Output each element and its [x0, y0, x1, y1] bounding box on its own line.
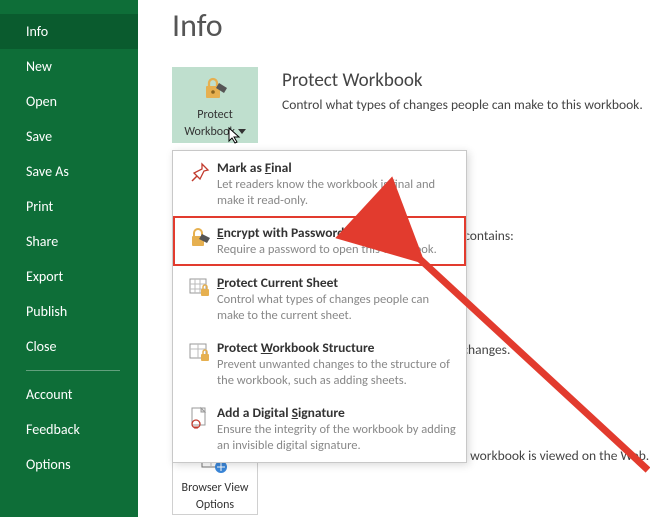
menu-title: Protect Workbook Structure — [217, 339, 456, 356]
protect-btn-label1: Protect — [197, 109, 232, 122]
backstage-sidebar: Info New Open Save Save As Print Share E… — [0, 0, 138, 517]
menu-protect-workbook-structure[interactable]: Protect Workbook Structure Prevent unwan… — [173, 331, 466, 396]
menu-add-digital-signature[interactable]: Add a Digital Signature Ensure the integ… — [173, 396, 466, 461]
sidebar-item-new[interactable]: New — [0, 49, 138, 84]
sidebar-item-share[interactable]: Share — [0, 224, 138, 259]
menu-encrypt-with-password[interactable]: Encrypt with Password Require a password… — [173, 216, 466, 266]
browser-btn-label1: Browser View — [182, 482, 249, 495]
sidebar-item-save[interactable]: Save — [0, 119, 138, 154]
menu-desc: Require a password to open this workbook… — [217, 242, 456, 258]
protect-workbook-button[interactable]: Protect Workbook — [172, 67, 258, 143]
page-title: Info — [172, 6, 650, 45]
sidebar-item-options[interactable]: Options — [0, 447, 138, 482]
sidebar-item-account[interactable]: Account — [0, 377, 138, 412]
sidebar-item-open[interactable]: Open — [0, 84, 138, 119]
menu-mark-as-final[interactable]: Mark as Final Let readers know the workb… — [173, 151, 466, 216]
menu-desc: Control what types of changes people can… — [217, 292, 456, 323]
menu-title: Protect Current Sheet — [217, 274, 456, 291]
sidebar-item-info[interactable]: Info — [0, 14, 138, 49]
pushpin-icon — [183, 159, 217, 185]
browser-btn-label2: Options — [196, 499, 234, 512]
workbook-lock-icon — [183, 339, 217, 365]
lock-key-icon — [183, 224, 217, 250]
menu-desc: Ensure the integrity of the workbook by … — [217, 422, 456, 453]
menu-desc: Prevent unwanted changes to the structur… — [217, 357, 456, 388]
menu-protect-current-sheet[interactable]: Protect Current Sheet Control what types… — [173, 266, 466, 331]
sidebar-item-print[interactable]: Print — [0, 189, 138, 224]
menu-title: Encrypt with Password — [217, 224, 456, 241]
protect-text: Protect Workbook Control what types of c… — [282, 67, 643, 114]
signature-icon — [183, 404, 217, 430]
menu-title: Mark as Final — [217, 159, 456, 176]
protect-title: Protect Workbook — [282, 69, 643, 92]
sidebar-item-saveas[interactable]: Save As — [0, 154, 138, 189]
sheet-lock-icon — [183, 274, 217, 300]
menu-desc: Let readers know the workbook is final a… — [217, 177, 456, 208]
protect-desc: Control what types of changes people can… — [282, 96, 643, 114]
sidebar-item-feedback[interactable]: Feedback — [0, 412, 138, 447]
protect-workbook-dropdown: Mark as Final Let readers know the workb… — [172, 150, 467, 463]
sidebar-item-publish[interactable]: Publish — [0, 294, 138, 329]
sidebar-divider — [26, 370, 120, 371]
cursor-icon — [228, 127, 242, 145]
protect-workbook-section: Protect Workbook Protect Workbook Contro… — [172, 67, 650, 143]
menu-title: Add a Digital Signature — [217, 404, 456, 421]
sidebar-item-export[interactable]: Export — [0, 259, 138, 294]
lock-icon — [200, 75, 230, 105]
sidebar-item-close[interactable]: Close — [0, 329, 138, 364]
